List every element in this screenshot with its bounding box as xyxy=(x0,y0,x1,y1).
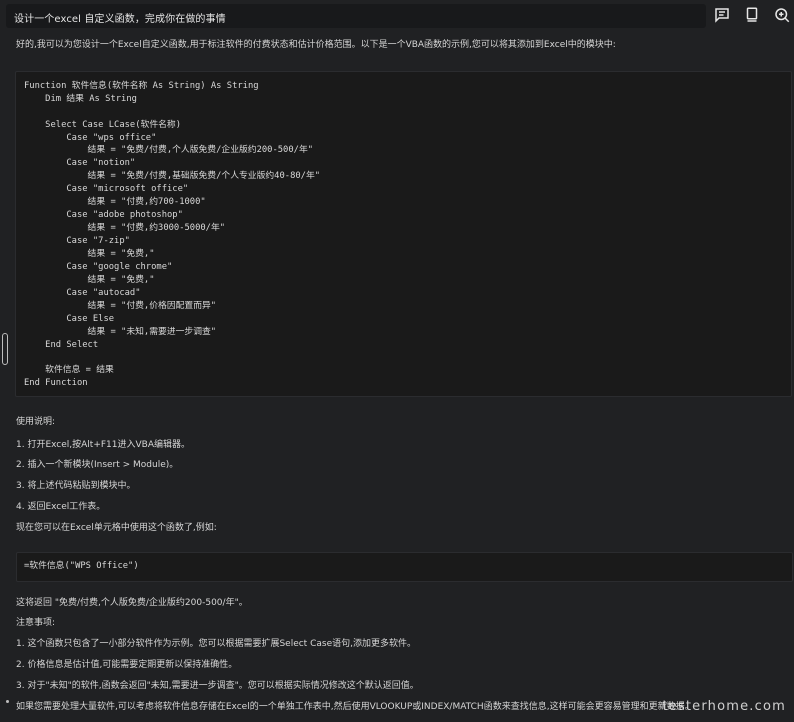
example-code-block: =软件信息("WPS Office") xyxy=(16,551,793,582)
usage-title: 使用说明: xyxy=(16,416,56,427)
document-icon[interactable] xyxy=(740,3,764,27)
toolbar-icons xyxy=(710,3,794,27)
note-2: 2. 价格信息是估计值,可能需要定期更新以保持准确性。 xyxy=(16,659,238,670)
notes-title: 注意事项: xyxy=(16,618,56,629)
chat-page: 设计一个excel 自定义函数，完成你在做的事情 好的,我可以为您设计一个Exc… xyxy=(0,0,794,722)
return-line: 这将返回 "免费/付费,个人版免费/企业版约200-500/年"。 xyxy=(16,597,248,608)
assistant-response: 好的,我可以为您设计一个Excel自定义函数,用于标注软件的付费状态和估计价格范… xyxy=(15,40,793,722)
step-3: 3. 将上述代码粘贴到模块中。 xyxy=(16,481,136,492)
intro-text: 好的,我可以为您设计一个Excel自定义函数,用于标注软件的付费状态和估计价格范… xyxy=(16,40,616,50)
chat-bubble-icon[interactable] xyxy=(710,3,734,27)
vba-code: Function 软件信息(软件名称 As String) As String … xyxy=(24,80,321,389)
code-block: Function 软件信息(软件名称 As String) As String … xyxy=(15,70,792,397)
left-scroll-indicator[interactable] xyxy=(2,333,8,365)
usage-section: 使用说明: 1. 打开Excel,按Alt+F11进入VBA编辑器。 2. 插入… xyxy=(16,417,786,534)
note-1: 1. 这个函数只包含了一小部分软件作为示例。您可以根据需要扩展Select Ca… xyxy=(16,639,416,650)
example-code: =软件信息("WPS Office") xyxy=(24,560,139,571)
step-1: 1. 打开Excel,按Alt+F11进入VBA编辑器。 xyxy=(16,439,190,450)
step-4: 4. 返回Excel工作表。 xyxy=(16,501,106,512)
zoom-in-icon[interactable] xyxy=(770,3,794,27)
left-dot xyxy=(6,700,9,703)
note-3: 3. 对于"未知"的软件,函数会返回"未知,需要进一步调查"。您可以根据实际情况… xyxy=(16,680,419,691)
notes-section: 这将返回 "免费/付费,个人版免费/企业版约200-500/年"。 注意事项: … xyxy=(16,598,786,713)
prompt-text: 设计一个excel 自定义函数，完成你在做的事情 xyxy=(14,14,226,25)
watermark: testerhome.com xyxy=(662,699,786,714)
usage-now: 现在您可以在Excel单元格中使用这个函数了,例如: xyxy=(16,522,217,533)
step-2: 2. 插入一个新模块(Insert > Module)。 xyxy=(16,460,179,471)
